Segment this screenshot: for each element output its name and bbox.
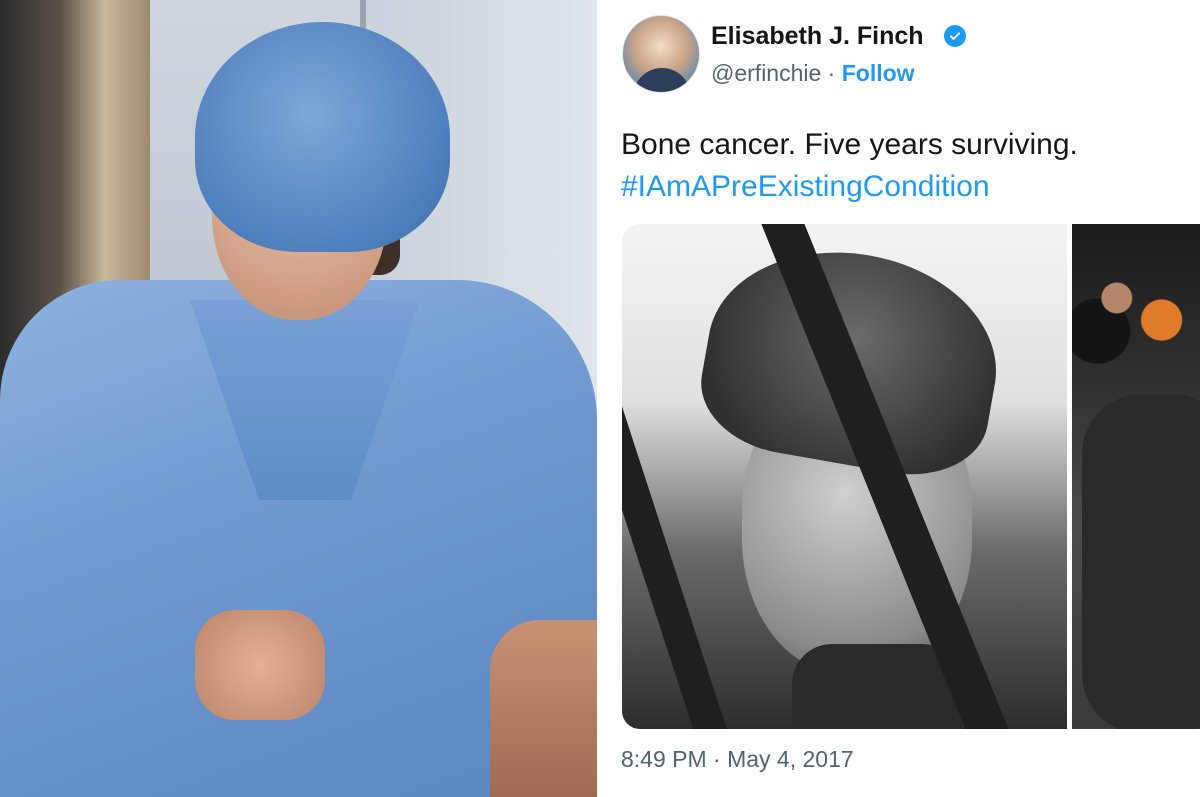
media-image-2[interactable] xyxy=(1072,224,1200,729)
tweet-text: Bone cancer. Five years surviving. #IAmA… xyxy=(621,124,1191,208)
handle-row: @erfinchie · Follow xyxy=(711,60,915,87)
separator-dot: · xyxy=(821,60,842,86)
hashtag-link[interactable]: #IAmAPreExistingCondition xyxy=(621,166,1191,208)
verified-badge-icon xyxy=(944,25,966,47)
foreground-blur xyxy=(1082,394,1200,729)
avatar[interactable] xyxy=(622,15,700,93)
group-people xyxy=(1072,254,1200,364)
author-handle[interactable]: @erfinchie xyxy=(711,60,821,86)
surgical-cap xyxy=(195,22,450,252)
avatar-shirt xyxy=(633,68,691,92)
tweet-timestamp[interactable]: 8:49 PM · May 4, 2017 xyxy=(621,746,854,773)
tweet-card: Elisabeth J. Finch @erfinchie · Follow B… xyxy=(600,0,1200,797)
other-person-arm xyxy=(490,620,597,797)
media-image-1[interactable] xyxy=(622,224,1067,729)
left-photo xyxy=(0,0,597,797)
hands xyxy=(195,610,325,720)
author-name[interactable]: Elisabeth J. Finch xyxy=(711,22,924,51)
tweet-text-line: Bone cancer. Five years surviving. xyxy=(621,128,1078,161)
follow-link[interactable]: Follow xyxy=(842,60,915,86)
media-gallery xyxy=(622,224,1200,729)
